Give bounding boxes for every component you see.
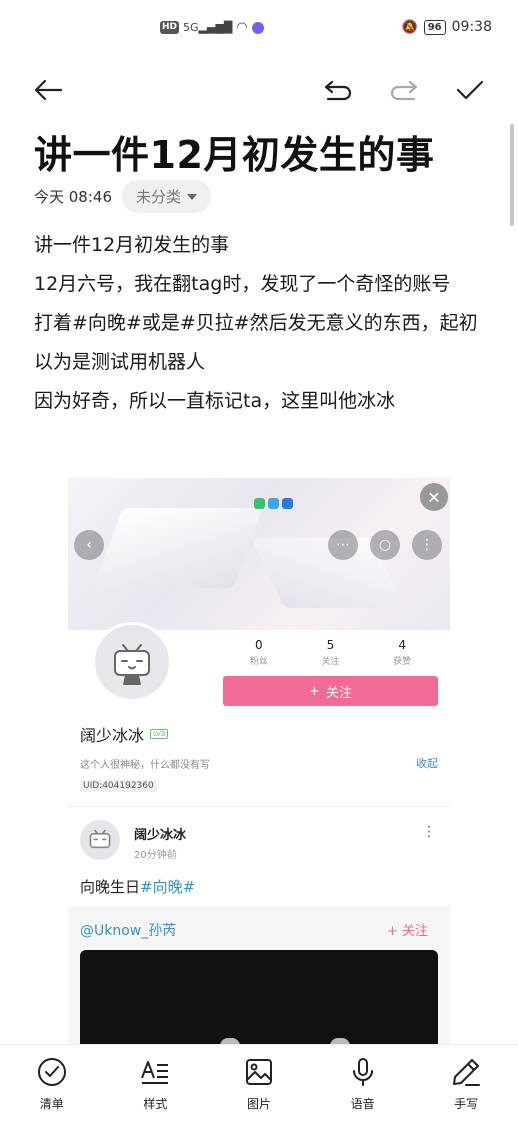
app-status-icon: [251, 21, 264, 34]
post-avatar: [80, 820, 120, 860]
done-button[interactable]: [452, 72, 488, 108]
nav-label: 清单: [39, 1097, 64, 1111]
nav-label: 图片: [246, 1097, 271, 1111]
note-body[interactable]: 讲一件12月初发生的事 12月六号，我在翻tag时，发现了一个奇怪的账号 打着#…: [34, 226, 494, 421]
profile-bio: 这个人很神秘，什么都没有写: [80, 760, 210, 771]
microphone-icon: [346, 1055, 380, 1089]
nav-checklist[interactable]: 清单: [12, 1055, 92, 1112]
follow-button: + 关注: [223, 676, 438, 706]
repost-card: @Uknow_孙芮 + 关注: [68, 906, 450, 1048]
category-label: 未分类: [136, 188, 182, 206]
plus-icon: +: [309, 683, 320, 699]
stat-number: 5: [326, 638, 335, 652]
status-icons: HD 5G▂▄▆█ ◠: [160, 20, 264, 35]
profile-username: 阔少冰冰 LV3: [80, 722, 169, 746]
undo-icon: [324, 80, 352, 101]
bottom-toolbar: 清单 样式 图片 语音 手写: [0, 1044, 518, 1121]
nav-style[interactable]: 样式: [115, 1055, 195, 1112]
message-icon: ⋯: [328, 530, 358, 560]
stat-number: 0: [255, 638, 263, 652]
more-vertical-icon: ⋮: [412, 530, 442, 560]
nav-label: 语音: [350, 1097, 375, 1111]
note-date: 今天 08:46: [34, 188, 112, 206]
stat-following: 5 关注: [321, 638, 339, 667]
stat-label: 关注: [321, 657, 340, 667]
editor-toolbar: [0, 66, 518, 110]
divider: [68, 806, 450, 807]
status-bar: HD 5G▂▄▆█ ◠ 🔕 96 09:38: [0, 0, 518, 58]
wechat-icon: [254, 498, 265, 509]
close-image-button[interactable]: ✕: [420, 483, 448, 511]
note-paragraph: 讲一件12月初发生的事: [34, 234, 230, 256]
note-title[interactable]: 讲一件12月初发生的事: [34, 124, 434, 179]
search-icon: ○: [370, 530, 400, 560]
stat-followers: 0 粉丝: [250, 638, 268, 667]
repost-author: @Uknow_孙芮: [80, 923, 177, 939]
status-right: 🔕 96 09:38: [402, 19, 492, 35]
repost-follow-label: 关注: [401, 924, 428, 939]
post-hashtag: #向晚#: [140, 878, 196, 896]
post-text-body: 向晚生日: [80, 878, 141, 896]
post-time: 20分钟前: [134, 850, 177, 861]
banner-decoration: [93, 508, 263, 588]
mute-bell-icon: 🔕: [401, 19, 418, 35]
app-icon: [282, 498, 293, 509]
note-meta: 今天 08:46 未分类: [34, 180, 212, 213]
wifi-icon: ◠: [236, 20, 248, 35]
tv-mascot-icon: [114, 644, 150, 685]
category-dropdown[interactable]: 未分类: [122, 180, 212, 213]
battery-indicator: 96: [423, 19, 446, 35]
network-label: 5G▂▄▆█: [183, 21, 233, 34]
checklist-icon: [35, 1055, 69, 1089]
level-badge: LV3: [150, 729, 169, 739]
stat-likes: 4 获赞: [393, 638, 411, 667]
image-icon: [242, 1055, 276, 1089]
nav-voice[interactable]: 语音: [323, 1055, 403, 1112]
note-paragraph: 12月六号，我在翻tag时，发现了一个奇怪的账号: [34, 273, 451, 295]
username-text: 阔少冰冰: [80, 726, 145, 745]
profile-banner: ‹ ⋯ ○ ⋮: [68, 478, 450, 630]
note-paragraph: 打着#向晚#或是#贝拉#然后发无意义的东西，起初以为是测试用机器人: [34, 312, 478, 373]
chevron-left-icon: ‹: [74, 530, 104, 560]
more-vertical-icon: ⋮: [422, 824, 436, 840]
uid-label: UID:404192360: [80, 780, 157, 792]
clock: 09:38: [451, 19, 492, 35]
back-arrow-icon: [34, 79, 63, 101]
tv-mascot-icon: [89, 829, 111, 849]
undo-button[interactable]: [320, 72, 356, 108]
text-style-icon: [138, 1055, 172, 1089]
chevron-down-icon: [187, 193, 198, 200]
post-text: 向晚生日#向晚#: [80, 876, 195, 897]
nav-image[interactable]: 图片: [219, 1055, 299, 1112]
nav-label: 样式: [143, 1097, 168, 1111]
note-paragraph: 因为好奇，所以一直标记ta，这里叫他冰冰: [34, 390, 396, 412]
qq-icon: [268, 498, 279, 509]
plus-icon: +: [386, 924, 402, 939]
profile-stats: 0 粉丝 5 关注 4 获赞: [223, 638, 438, 667]
follow-label: 关注: [325, 685, 352, 701]
avatar: [92, 622, 172, 702]
redo-button[interactable]: [386, 72, 422, 108]
nav-handwrite[interactable]: 手写: [426, 1055, 506, 1112]
redo-icon: [390, 80, 418, 101]
scrollbar[interactable]: [510, 124, 514, 226]
banner-app-icons: [254, 498, 293, 509]
stat-label: 获赞: [393, 657, 412, 667]
post-author: 阔少冰冰: [134, 828, 187, 843]
embedded-screenshot[interactable]: ‹ ⋯ ○ ⋮ ✕ 0 粉丝 5 关注 4 获赞 + 关注 阔少冰冰 LV3 这…: [68, 478, 450, 1048]
back-button[interactable]: [30, 72, 66, 108]
hd-badge: HD: [160, 21, 180, 34]
pen-icon: [449, 1055, 483, 1089]
nav-label: 手写: [454, 1097, 479, 1111]
repost-follow: + 关注: [387, 920, 428, 939]
stat-label: 粉丝: [249, 657, 268, 667]
collapse-link: 收起: [416, 757, 438, 770]
check-icon: [456, 80, 484, 100]
video-thumbnail: [80, 950, 438, 1048]
stat-number: 4: [398, 638, 406, 652]
